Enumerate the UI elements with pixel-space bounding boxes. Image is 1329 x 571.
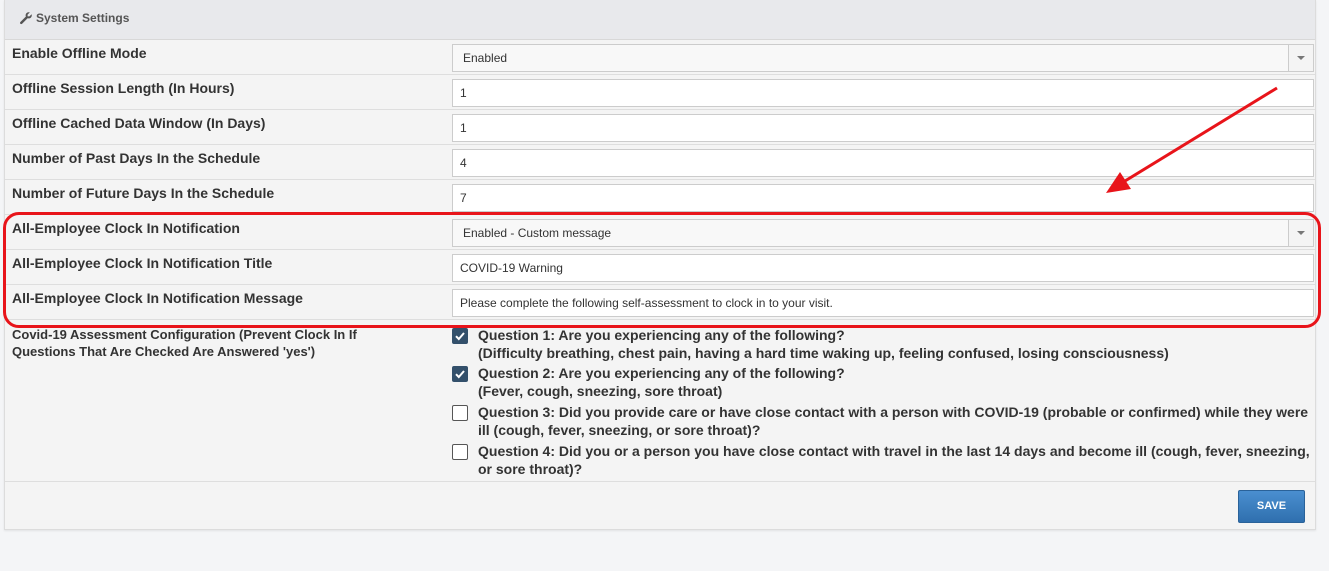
question-text: Question 1: Are you experiencing any of … (478, 327, 845, 343)
setting-row-offline-session-length: Offline Session Length (In Hours) 1 (5, 75, 1315, 110)
question-4-text: Question 4: Did you or a person you have… (478, 443, 1310, 477)
setting-row-clock-in-notification: All-Employee Clock In Notification Enabl… (5, 215, 1315, 250)
question-4-checkbox[interactable] (452, 444, 468, 460)
future-days-input[interactable]: 7 (452, 184, 1314, 212)
question-3: Question 3: Did you provide care or have… (452, 403, 1312, 439)
select-value: Enabled (463, 51, 508, 65)
question-1-text: Question 1: Are you experiencing any of … (478, 326, 1313, 362)
question-4: Question 4: Did you or a person you have… (452, 442, 1312, 478)
question-detail: (Difficulty breathing, chest pain, havin… (478, 345, 1169, 361)
panel-title: System Settings (36, 11, 130, 25)
system-settings-panel: System Settings Enable Offline Mode Enab… (4, 0, 1316, 530)
checkmark-icon (455, 370, 465, 379)
enable-offline-mode-select[interactable]: Enabled (452, 44, 1314, 72)
dropdown-toggle[interactable] (1288, 220, 1313, 246)
setting-row-future-days: Number of Future Days In the Schedule 7 (5, 180, 1315, 215)
setting-row-notification-message: All-Employee Clock In Notification Messa… (5, 285, 1315, 320)
setting-label: Number of Past Days In the Schedule (12, 150, 261, 166)
question-text: Question 2: Are you experiencing any of … (478, 365, 845, 381)
clock-in-notification-select[interactable]: Enabled - Custom message (452, 219, 1314, 247)
setting-row-past-days: Number of Past Days In the Schedule 4 (5, 145, 1315, 180)
notification-message-input[interactable]: Please complete the following self-asses… (452, 289, 1314, 317)
question-3-text: Question 3: Did you provide care or have… (478, 404, 1309, 438)
question-2-checkbox[interactable] (452, 366, 468, 382)
past-days-input[interactable]: 4 (452, 149, 1314, 177)
setting-label: Offline Cached Data Window (In Days) (12, 115, 266, 131)
chevron-down-icon (1297, 231, 1305, 235)
setting-label: Offline Session Length (In Hours) (12, 80, 235, 96)
question-2: Question 2: Are you experiencing any of … (452, 364, 1312, 400)
divider (5, 481, 1315, 482)
question-2-text: Question 2: Are you experiencing any of … (478, 364, 1313, 400)
setting-label: Enable Offline Mode (12, 45, 147, 61)
setting-label: All-Employee Clock In Notification Messa… (12, 290, 303, 306)
wrench-icon (20, 12, 32, 25)
setting-row-notification-title: All-Employee Clock In Notification Title… (5, 250, 1315, 285)
question-detail: (Fever, cough, sneezing, sore throat) (478, 383, 723, 399)
select-value: Enabled - Custom message (463, 226, 612, 240)
setting-row-offline-cached-data-window: Offline Cached Data Window (In Days) 1 (5, 110, 1315, 145)
save-button[interactable]: SAVE (1238, 490, 1305, 523)
offline-session-length-input[interactable]: 1 (452, 79, 1314, 107)
notification-title-input[interactable]: COVID-19 Warning (452, 254, 1314, 282)
setting-row-enable-offline-mode: Enable Offline Mode Enabled (5, 40, 1315, 75)
question-1: Question 1: Are you experiencing any of … (452, 326, 1312, 362)
setting-label: All-Employee Clock In Notification (12, 220, 240, 236)
covid-assessment-label: Covid-19 Assessment Configuration (Preve… (12, 327, 357, 359)
question-1-checkbox[interactable] (452, 328, 468, 344)
offline-cached-data-window-input[interactable]: 1 (452, 114, 1314, 142)
chevron-down-icon (1297, 56, 1305, 60)
dropdown-toggle[interactable] (1288, 45, 1313, 71)
question-3-checkbox[interactable] (452, 405, 468, 421)
setting-label: Number of Future Days In the Schedule (12, 185, 275, 201)
checkmark-icon (455, 332, 465, 341)
setting-label: All-Employee Clock In Notification Title (12, 255, 273, 271)
panel-header: System Settings (5, 0, 1315, 40)
